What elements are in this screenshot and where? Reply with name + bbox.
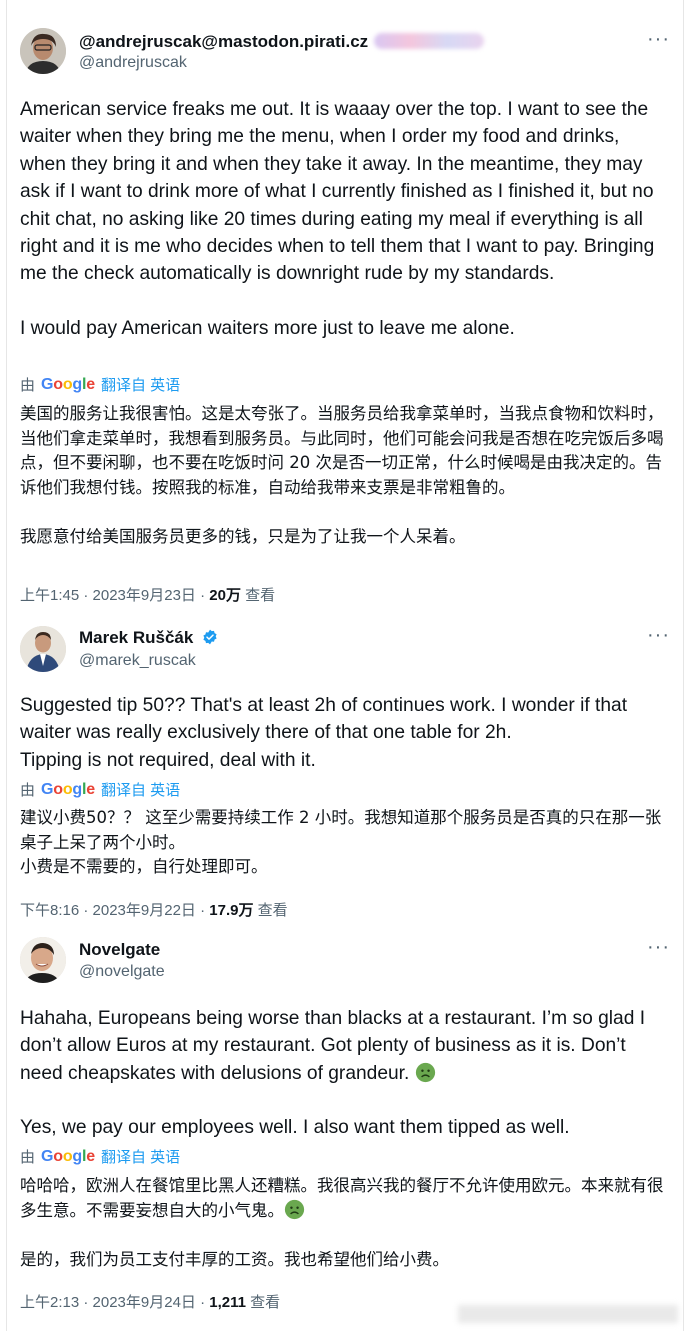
translate-by-label: 由 bbox=[20, 782, 36, 799]
display-name[interactable]: Novelgate bbox=[79, 940, 160, 960]
translate-source-link[interactable]: 翻译自 英语 bbox=[101, 1146, 180, 1167]
tweet-paragraph: Hahaha, Europeans being worse than black… bbox=[20, 1008, 646, 1084]
translation-attribution[interactable]: 由 Google 翻译自 英语 bbox=[20, 1146, 180, 1167]
translated-text: 建议小费50？？ 这至少需要持续工作 2 小时。我想知道那个服务员是否真的只在那… bbox=[20, 806, 670, 880]
translated-paragraph: 建议小费50？？ 这至少需要持续工作 2 小时。我想知道那个服务员是否真的只在那… bbox=[20, 808, 662, 852]
nauseated-face-icon bbox=[284, 1199, 305, 1219]
translated-text: 美国的服务让我很害怕。这是太夸张了。当服务员给我拿菜单时，当我点食物和饮料时，当… bbox=[20, 402, 670, 550]
tweet-paragraph: American service freaks me out. It is wa… bbox=[20, 99, 655, 285]
tweet-text: Suggested tip 50?? That's at least 2h of… bbox=[20, 692, 670, 774]
tweet-meta: 下午8:16 · 2023年9月22日 · 17.9万 查看 bbox=[20, 899, 288, 920]
tweet-paragraph: I would pay American waiters more just t… bbox=[20, 317, 515, 339]
timestamp[interactable]: 上午2:13 · 2023年9月24日 · bbox=[20, 1294, 209, 1311]
views-label: 查看 bbox=[240, 587, 276, 604]
tweet-meta: 上午1:45 · 2023年9月23日 · 20万 查看 bbox=[20, 584, 275, 605]
view-count: 1,211 bbox=[209, 1294, 246, 1311]
nauseated-face-icon bbox=[415, 1062, 435, 1082]
avatar[interactable] bbox=[20, 937, 66, 983]
avatar[interactable] bbox=[20, 28, 66, 74]
timestamp[interactable]: 上午1:45 · 2023年9月23日 · bbox=[20, 587, 209, 604]
more-options-icon[interactable]: ··· bbox=[647, 624, 670, 647]
avatar[interactable] bbox=[20, 626, 66, 672]
more-options-icon[interactable]: ··· bbox=[647, 28, 670, 51]
translated-paragraph: 哈哈哈，欧洲人在餐馆里比黑人还糟糕。我很高兴我的餐厅不允许使用欧元。本来就有很多… bbox=[20, 1176, 664, 1220]
translated-paragraph: 小费是不需要的，自行处理即可。 bbox=[20, 857, 268, 877]
view-count: 17.9万 bbox=[209, 902, 254, 919]
google-logo: Google bbox=[41, 1147, 95, 1165]
translate-by-label: 由 bbox=[20, 1149, 36, 1166]
translation-attribution[interactable]: 由 Google 翻译自 英语 bbox=[20, 374, 180, 395]
watermark bbox=[458, 1305, 678, 1323]
user-handle[interactable]: @marek_ruscak bbox=[79, 652, 196, 670]
user-handle[interactable]: @andrejruscak bbox=[79, 54, 187, 72]
tweet-text: Hahaha, Europeans being worse than black… bbox=[20, 1005, 670, 1142]
tweet-meta: 上午2:13 · 2023年9月24日 · 1,211 查看 bbox=[20, 1291, 280, 1312]
display-name[interactable]: Marek Ruščák bbox=[79, 628, 218, 648]
translated-paragraph: 美国的服务让我很害怕。这是太夸张了。当服务员给我拿菜单时，当我点食物和饮料时，当… bbox=[20, 404, 664, 497]
translated-paragraph: 是的，我们为员工支付丰厚的工资。我也希望他们给小费。 bbox=[20, 1250, 449, 1270]
verified-badge-icon bbox=[203, 629, 217, 645]
translate-source-link[interactable]: 翻译自 英语 bbox=[101, 374, 180, 395]
timestamp[interactable]: 下午8:16 · 2023年9月22日 · bbox=[20, 902, 209, 919]
google-logo: Google bbox=[41, 780, 95, 798]
translate-by-label: 由 bbox=[20, 377, 36, 394]
tweet-paragraph: Tipping is not required, deal with it. bbox=[20, 749, 316, 771]
views-label: 查看 bbox=[245, 1294, 281, 1311]
translate-source-link[interactable]: 翻译自 英语 bbox=[101, 779, 180, 800]
translated-text: 哈哈哈，欧洲人在餐馆里比黑人还糟糕。我很高兴我的餐厅不允许使用欧元。本来就有很多… bbox=[20, 1174, 670, 1273]
tweet-text: American service freaks me out. It is wa… bbox=[20, 96, 670, 342]
blurred-region bbox=[374, 33, 485, 49]
display-name[interactable]: @andrejruscak@mastodon.pirati.cz bbox=[79, 32, 485, 52]
view-count: 20万 bbox=[209, 587, 241, 604]
google-logo: Google bbox=[41, 375, 95, 393]
translation-attribution[interactable]: 由 Google 翻译自 英语 bbox=[20, 779, 180, 800]
tweet-paragraph: Suggested tip 50?? That's at least 2h of… bbox=[20, 695, 628, 744]
tweet-paragraph: Yes, we pay our employees well. I also w… bbox=[20, 1117, 570, 1139]
translated-paragraph: 我愿意付给美国服务员更多的钱，只是为了让我一个人呆着。 bbox=[20, 527, 466, 547]
more-options-icon[interactable]: ··· bbox=[647, 936, 670, 959]
views-label: 查看 bbox=[253, 902, 288, 919]
user-handle[interactable]: @novelgate bbox=[79, 963, 165, 981]
